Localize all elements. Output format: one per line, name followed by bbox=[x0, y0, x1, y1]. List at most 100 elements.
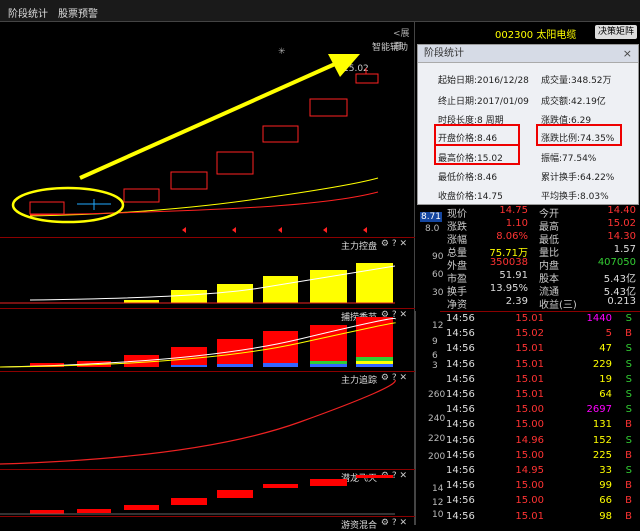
pane-main-tracking: 主力追踪 ⚙ ? ✕ 260 240 220 200 bbox=[0, 371, 445, 468]
axis-strip bbox=[415, 311, 440, 525]
tick-cell: 14.96 bbox=[515, 434, 544, 446]
tick-cell: 229 bbox=[592, 358, 612, 370]
tick-cell: 99 bbox=[599, 480, 612, 492]
tick-row: 14:56 15.00 99 B bbox=[440, 480, 640, 495]
tick-cell: 14:56 bbox=[446, 373, 475, 385]
candle bbox=[170, 171, 208, 190]
chart-panes: <展开 智能辅助 15.02 ✳ 8.71 8.0 主力控盘 ⚙ ? ✕ 90 bbox=[0, 22, 445, 531]
tick-cell: S bbox=[625, 404, 632, 416]
candle bbox=[355, 73, 379, 84]
tick-cell: 14:56 bbox=[446, 434, 475, 446]
tick-row: 14:56 15.01 1440 S bbox=[440, 313, 640, 328]
tick-cell: S bbox=[625, 389, 632, 400]
candle bbox=[123, 188, 160, 203]
tick-row: 14:56 15.02 5 B bbox=[440, 328, 640, 343]
tick-cell: 14:56 bbox=[446, 510, 475, 522]
tick-cell: 66 bbox=[599, 495, 612, 507]
top-tab-bar: 阶段统计 股票预警 bbox=[0, 0, 640, 22]
tick-cell: 19 bbox=[599, 373, 612, 385]
tab-stage-stats[interactable]: 阶段统计 bbox=[8, 5, 48, 20]
tick-cell: S bbox=[625, 358, 632, 370]
tick-cell: 15.01 bbox=[515, 373, 544, 385]
tick-cell: 14:56 bbox=[446, 343, 475, 355]
decision-matrix-button[interactable]: 决策矩阵 bbox=[595, 25, 637, 39]
tick-cell: B bbox=[625, 328, 632, 340]
stat-start-date: 起始日期:2016/12/28 bbox=[438, 76, 529, 86]
stat-low: 最低价格:8.46 bbox=[438, 173, 498, 183]
candle bbox=[29, 201, 65, 215]
popup-title-bar[interactable]: 阶段统计 × bbox=[418, 45, 638, 63]
tick-cell: S bbox=[625, 343, 632, 355]
candle bbox=[309, 98, 348, 117]
tick-cell: B bbox=[625, 480, 632, 492]
popup-title: 阶段统计 bbox=[424, 48, 464, 59]
quote-row: 市盈 51.91 股本 5.43亿 bbox=[447, 270, 636, 285]
quote-panel: 现价 14.75 今开 14.40 涨跌 1.10 最高 15.02 涨幅 8.06% 最低 14… bbox=[417, 205, 640, 311]
pane-hot-money: 游资混合 ⚙ ? ✕ bbox=[0, 516, 415, 531]
stock-header: 002300 太阳电缆 决策矩阵 bbox=[417, 22, 640, 42]
tick-cell: S bbox=[625, 465, 632, 476]
tick-cell: 14:56 bbox=[446, 480, 475, 492]
quote-row: 总量 75.71万 量比 1.57 bbox=[447, 244, 636, 259]
tick-cell: 14:56 bbox=[446, 328, 475, 340]
stat-end-date: 终止日期:2017/01/09 bbox=[438, 97, 529, 107]
tick-cell: 33 bbox=[599, 465, 612, 476]
bar-chart bbox=[0, 317, 396, 368]
tick-cell: 47 bbox=[599, 343, 612, 355]
tick-row: 14:56 15.01 98 B bbox=[440, 511, 640, 526]
quote-row: 涨幅 8.06% 最低 14.30 bbox=[447, 231, 636, 246]
tick-cell: 15.01 bbox=[515, 313, 544, 324]
tick-row: 14:56 15.01 229 S bbox=[440, 359, 640, 374]
tick-cell: 15.00 bbox=[515, 495, 544, 507]
tick-cell: S bbox=[625, 313, 632, 324]
tick-cell: 15.02 bbox=[515, 328, 544, 340]
tick-row: 14:56 14.96 152 S bbox=[440, 435, 640, 450]
trend-arrow bbox=[79, 62, 336, 180]
tick-cell: 2697 bbox=[586, 404, 612, 416]
quote-row: 净资 2.39 收益(三) 0.213 bbox=[447, 296, 636, 311]
quote-row: 外盘 350038 内盘 407050 bbox=[447, 257, 636, 272]
bar-chart bbox=[0, 475, 395, 515]
tick-cell: 98 bbox=[599, 510, 612, 522]
tick-cell: 15.01 bbox=[515, 343, 544, 355]
tick-cell: 14:56 bbox=[446, 404, 475, 416]
tick-row: 14:56 15.00 66 B bbox=[440, 495, 640, 510]
tick-cell: 15.01 bbox=[515, 510, 544, 522]
tick-cell: 15.00 bbox=[515, 480, 544, 492]
tick-cell: 14:56 bbox=[446, 495, 475, 507]
tick-row: 14:56 15.00 2697 S bbox=[440, 404, 640, 419]
tick-row: 14:56 15.01 19 S bbox=[440, 374, 640, 389]
tick-cell: B bbox=[625, 510, 632, 522]
stat-cum-turnover: 累计换手:64.22% bbox=[541, 173, 615, 183]
pane-main-control: 主力控盘 ⚙ ? ✕ 90 60 30 bbox=[0, 237, 443, 307]
stock-code-name: 002300 太阳电缆 bbox=[495, 30, 577, 41]
tick-row: 14:56 15.00 131 B bbox=[440, 419, 640, 434]
tick-cell: 14:56 bbox=[446, 389, 475, 400]
bar-chart bbox=[0, 263, 396, 304]
tab-stock-alert[interactable]: 股票预警 bbox=[58, 5, 98, 20]
tick-cell: 14:56 bbox=[446, 465, 475, 476]
tick-cell: 15.00 bbox=[515, 449, 544, 461]
tick-cell: B bbox=[625, 495, 632, 507]
tick-cell: S bbox=[625, 373, 632, 385]
tick-cell: 131 bbox=[592, 419, 612, 431]
tick-cell: 64 bbox=[599, 389, 612, 400]
tick-cell: 152 bbox=[592, 434, 612, 446]
tick-cell: S bbox=[625, 434, 632, 446]
tick-list[interactable]: 14:56 15.01 1440 S 14:56 15.02 5 B 14:56 15.01 47 S… bbox=[440, 311, 640, 525]
tick-cell: 5 bbox=[605, 328, 612, 340]
tick-row: 14:56 15.01 64 S bbox=[440, 389, 640, 404]
tick-cell: 14:56 bbox=[446, 358, 475, 370]
pane-fishing-season: 捕捞季节 ⚙ ? ✕ 12 9 6 3 bbox=[0, 308, 443, 371]
tick-cell: B bbox=[625, 449, 632, 461]
tick-cell: B bbox=[625, 419, 632, 431]
stat-amplitude: 振幅:77.54% bbox=[541, 154, 597, 164]
tick-cell: 14:56 bbox=[446, 313, 475, 324]
quote-row: 换手 13.95% 流通 5.43亿 bbox=[447, 283, 636, 298]
tick-cell: 15.00 bbox=[515, 419, 544, 431]
stat-volume: 成交量:348.52万 bbox=[541, 76, 612, 86]
candle bbox=[216, 151, 254, 175]
gear-icon[interactable]: ⚙ ? ✕ bbox=[381, 518, 407, 528]
tick-row: 14:56 15.01 47 S bbox=[440, 343, 640, 358]
close-icon[interactable]: × bbox=[623, 45, 632, 63]
